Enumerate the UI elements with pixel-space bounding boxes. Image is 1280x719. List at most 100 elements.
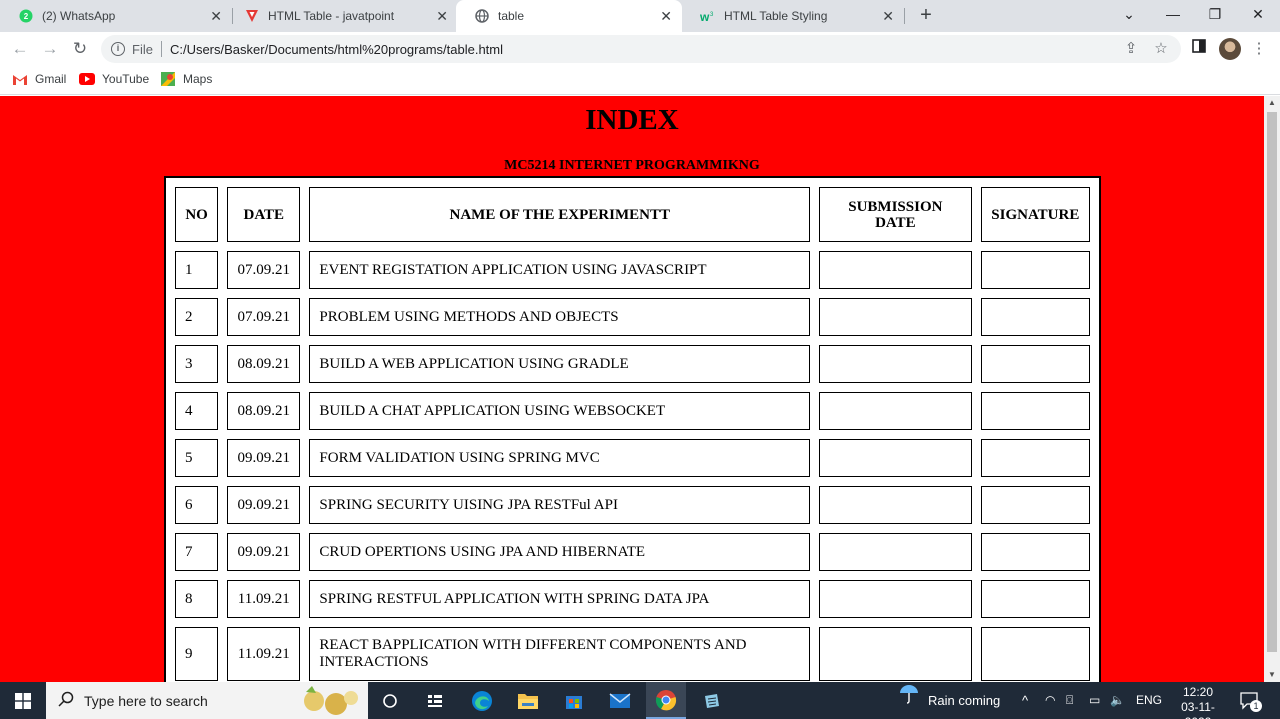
header-submission-date: SUBMISSION DATE <box>819 187 972 242</box>
svg-text:3: 3 <box>710 12 714 18</box>
language-indicator[interactable]: ENG <box>1136 682 1162 719</box>
address-bar[interactable]: i File C:/Users/Basker/Documents/html%20… <box>101 35 1181 63</box>
tab-whatsapp[interactable]: 2 (2) WhatsApp ✕ <box>0 0 232 32</box>
tab-search-dropdown-icon[interactable]: ⌄ <box>1107 0 1151 30</box>
cell-signature <box>980 439 1090 477</box>
cell-experiment-name: FORM VALIDATION USING SPRING MVC <box>309 439 811 477</box>
address-divider <box>160 41 162 57</box>
header-submission-line2: DATE <box>875 214 916 231</box>
cell-submission-date <box>819 251 972 289</box>
header-submission-line1: SUBMISSION <box>848 198 943 215</box>
task-view-icon[interactable] <box>375 686 405 716</box>
scrollbar-thumb[interactable] <box>1267 112 1277 652</box>
header-signature: SIGNATURE <box>980 187 1090 242</box>
restore-button[interactable]: ❐ <box>1193 0 1237 30</box>
bookmark-maps[interactable]: Maps <box>160 72 212 86</box>
notepad-icon[interactable] <box>697 686 727 716</box>
cell-date: 09.09.21 <box>227 486 301 524</box>
cell-submission-date <box>819 439 972 477</box>
info-icon[interactable]: i <box>111 42 125 56</box>
table-header-row: NO DATE NAME OF THE EXPERIMENTT SUBMISSI… <box>175 187 1090 242</box>
search-highlight-image <box>296 684 366 717</box>
close-window-button[interactable]: ✕ <box>1236 0 1280 30</box>
cell-experiment-name: BUILD A WEB APPLICATION USING GRADLE <box>309 345 811 383</box>
notification-count-badge: 1 <box>1250 700 1262 712</box>
scroll-up-arrow-icon[interactable]: ▲ <box>1264 96 1280 110</box>
weather-text: Rain coming <box>928 693 1001 708</box>
header-experiment-name: NAME OF THE EXPERIMENTT <box>309 187 811 242</box>
cell-date: 09.09.21 <box>227 533 301 571</box>
cell-no: 7 <box>175 533 219 571</box>
bookmark-gmail[interactable]: Gmail <box>12 72 66 86</box>
file-explorer-icon[interactable] <box>513 686 543 716</box>
cell-date: 07.09.21 <box>227 298 301 336</box>
clock-time: 12:20 <box>1182 685 1214 699</box>
reload-button[interactable]: ↻ <box>68 37 92 61</box>
cell-signature <box>980 392 1090 430</box>
bookmark-youtube[interactable]: YouTube <box>79 72 149 86</box>
show-hidden-icons-icon[interactable]: ^ <box>1022 682 1028 719</box>
close-tab-icon[interactable]: ✕ <box>210 8 222 24</box>
close-tab-icon[interactable]: ✕ <box>436 8 448 24</box>
network-icon[interactable]: ◠ <box>1045 682 1055 719</box>
battery-icon[interactable]: ▭ <box>1089 682 1100 719</box>
cell-experiment-name: BUILD A CHAT APPLICATION USING WEBSOCKET <box>309 392 811 430</box>
svg-text:2: 2 <box>24 12 29 21</box>
browser-toolbar: ← → ↻ i File C:/Users/Basker/Documents/h… <box>0 32 1280 66</box>
tab-html-table-styling[interactable]: w3 HTML Table Styling ✕ <box>682 0 904 32</box>
cell-no: 2 <box>175 298 219 336</box>
cell-signature <box>980 345 1090 383</box>
weather-widget[interactable]: Rain coming <box>898 682 1000 719</box>
tab-title: table <box>498 9 525 23</box>
edge-icon[interactable] <box>467 686 497 716</box>
meet-now-icon[interactable]: ⌼ <box>1066 682 1073 719</box>
widgets-icon[interactable] <box>420 686 450 716</box>
back-button[interactable]: ← <box>8 37 32 61</box>
header-no: NO <box>175 187 219 242</box>
mail-icon[interactable] <box>605 686 635 716</box>
cell-date: 11.09.21 <box>227 627 301 681</box>
page-scrollbar[interactable]: ▲ ▼ <box>1264 96 1280 682</box>
cell-signature <box>980 486 1090 524</box>
notification-center-icon[interactable]: 1 <box>1240 682 1262 719</box>
share-icon[interactable]: ⇪ <box>1121 39 1141 59</box>
page-content: INDEX MC5214 INTERNET PROGRAMMIKNG NO DA… <box>0 96 1264 682</box>
cell-no: 6 <box>175 486 219 524</box>
menu-kebab-icon[interactable]: ⋮ <box>1248 38 1270 60</box>
bookmark-star-icon[interactable]: ☆ <box>1151 39 1171 59</box>
bookmark-label: Gmail <box>35 72 67 86</box>
table-row: 3 08.09.21 BUILD A WEB APPLICATION USING… <box>175 345 1090 383</box>
tab-strip: 2 (2) WhatsApp ✕ HTML Table - javatpoint… <box>0 0 1280 32</box>
chrome-taskbar-icon[interactable] <box>646 682 686 719</box>
cell-no: 1 <box>175 251 219 289</box>
table-row: 8 11.09.21 SPRING RESTFUL APPLICATION WI… <box>175 580 1090 618</box>
profile-avatar[interactable] <box>1219 38 1241 60</box>
tab-table[interactable]: table ✕ <box>456 0 682 32</box>
cell-signature <box>980 533 1090 571</box>
side-panel-icon[interactable] <box>1188 38 1210 60</box>
cell-date: 07.09.21 <box>227 251 301 289</box>
close-tab-icon[interactable]: ✕ <box>882 8 894 24</box>
cell-experiment-name: SPRING RESTFUL APPLICATION WITH SPRING D… <box>309 580 811 618</box>
windows-start-icon[interactable] <box>8 686 38 716</box>
scroll-down-arrow-icon[interactable]: ▼ <box>1264 668 1280 682</box>
clock[interactable]: 12:20 03-11-2022 <box>1168 682 1228 719</box>
volume-icon[interactable]: 🔈 <box>1110 682 1125 719</box>
close-tab-icon[interactable]: ✕ <box>660 8 672 24</box>
url-text[interactable]: C:/Users/Basker/Documents/html%20program… <box>170 42 503 57</box>
youtube-icon <box>79 72 95 86</box>
cell-submission-date <box>819 298 972 336</box>
cell-date: 11.09.21 <box>227 580 301 618</box>
new-tab-button[interactable]: + <box>914 4 938 28</box>
page-heading: INDEX <box>585 104 679 136</box>
forward-button[interactable]: → <box>38 37 62 61</box>
taskbar-search-box[interactable]: Type here to search <box>46 682 368 719</box>
scheme-label: File <box>132 41 153 57</box>
minimize-button[interactable]: — <box>1151 0 1195 30</box>
cell-date: 08.09.21 <box>227 345 301 383</box>
microsoft-store-icon[interactable] <box>559 686 589 716</box>
whatsapp-icon: 2 <box>18 8 34 24</box>
tab-javatpoint[interactable]: HTML Table - javatpoint ✕ <box>226 0 458 32</box>
bookmark-label: Maps <box>183 72 213 86</box>
cell-signature <box>980 580 1090 618</box>
